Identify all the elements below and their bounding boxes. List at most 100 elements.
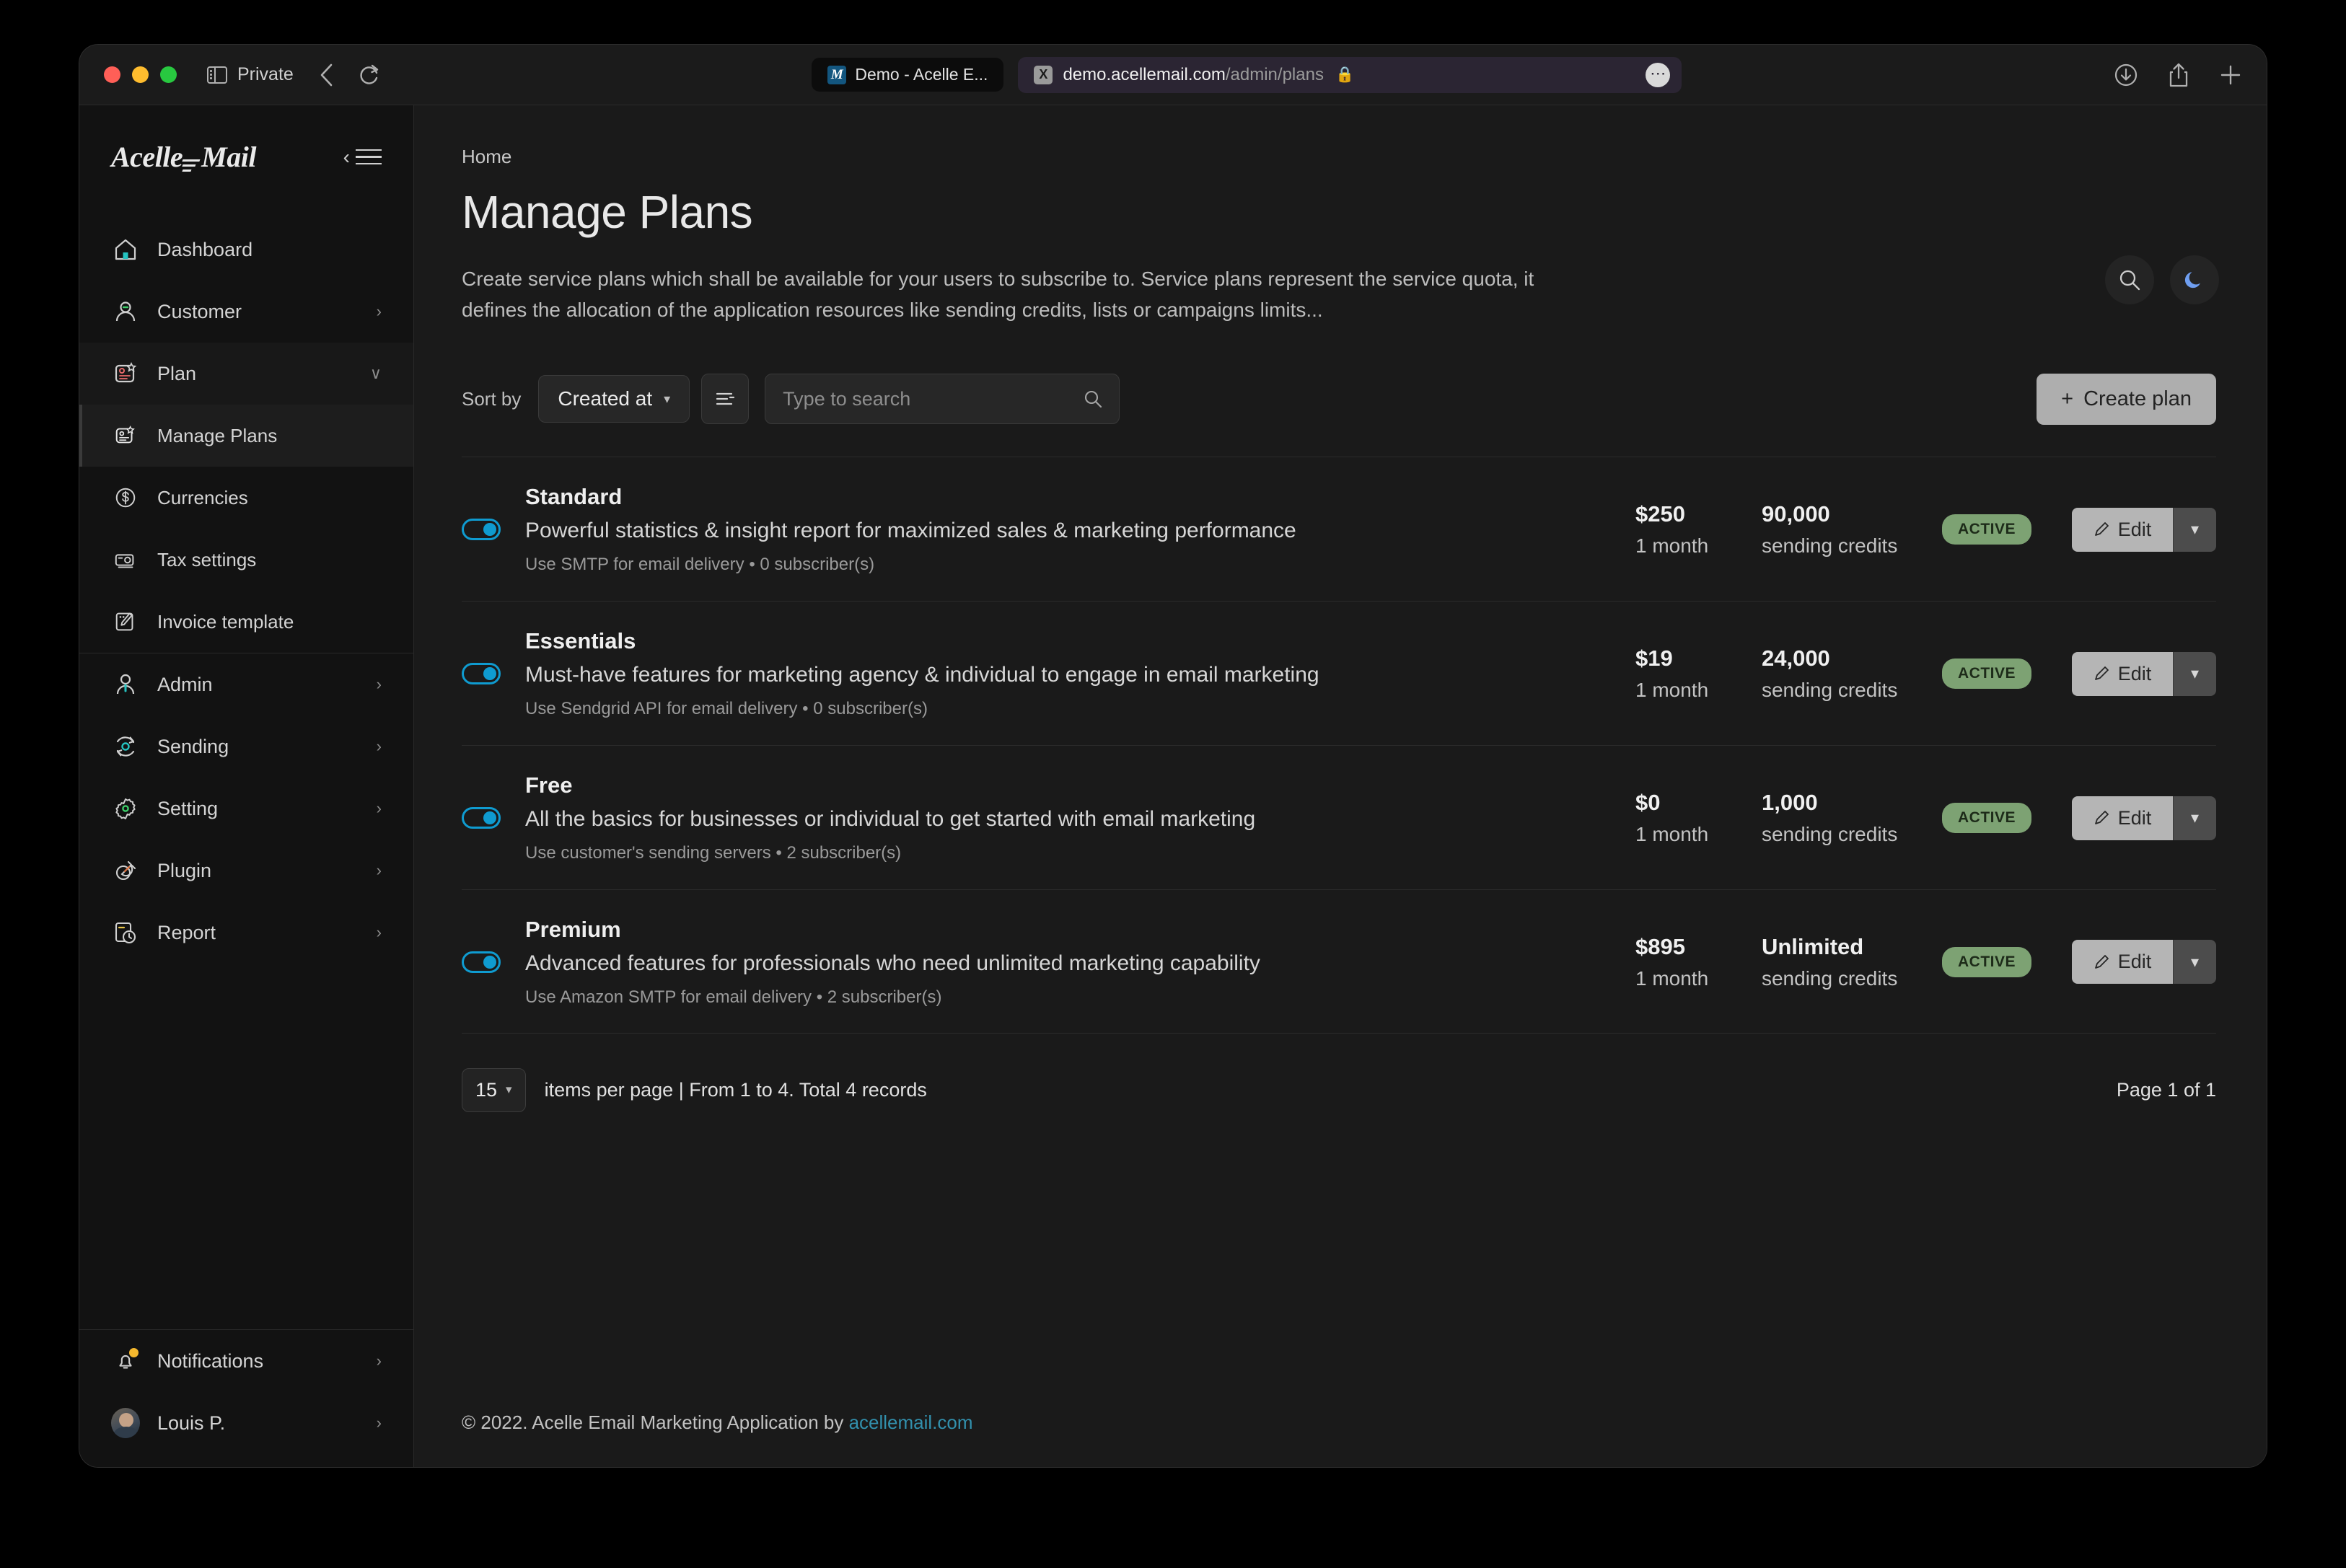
moon-icon[interactable] bbox=[2170, 255, 2219, 304]
search-input[interactable] bbox=[783, 387, 1102, 410]
row-actions: Edit ▾ bbox=[2072, 796, 2216, 840]
plan-enable-toggle[interactable] bbox=[462, 951, 501, 973]
sort-by-select[interactable]: Created at ▾ bbox=[538, 375, 690, 423]
sending-sync-icon bbox=[111, 734, 140, 759]
status-badge: ACTIVE bbox=[1941, 946, 2031, 977]
desktop-background: Private M Demo - Acelle E... X demo.acel… bbox=[0, 0, 2346, 1568]
plan-credits-amount: 90,000 bbox=[1761, 501, 1830, 527]
plan-price: $0 1 month bbox=[1635, 790, 1762, 846]
browser-chrome: Private M Demo - Acelle E... X demo.acel… bbox=[79, 45, 2267, 105]
sidebar-item-customer[interactable]: Customer › bbox=[79, 281, 413, 343]
sidebar-item-label: Sending bbox=[157, 735, 229, 757]
sidebar-item-report[interactable]: Report › bbox=[79, 902, 413, 964]
sidebar-submenu-plan: Manage Plans Currencies Tax settings Inv… bbox=[79, 405, 413, 653]
edit-button[interactable]: Edit bbox=[2072, 651, 2173, 696]
plan-enable-toggle[interactable] bbox=[462, 663, 501, 685]
home-icon bbox=[111, 237, 140, 263]
edit-button[interactable]: Edit bbox=[2072, 507, 2173, 552]
sidebar-item-notifications[interactable]: Notifications › bbox=[79, 1330, 413, 1392]
row-menu-chevron-down-icon[interactable]: ▾ bbox=[2173, 796, 2216, 840]
plan-enable-toggle[interactable] bbox=[462, 807, 501, 829]
table-row[interactable]: Free All the basics for businesses or in… bbox=[462, 744, 2216, 889]
plan-enable-toggle[interactable] bbox=[462, 519, 501, 541]
chevron-right-icon: › bbox=[376, 302, 382, 320]
edit-button[interactable]: Edit bbox=[2072, 940, 2173, 985]
sidebar-item-manage-plans[interactable]: Manage Plans bbox=[79, 405, 413, 467]
ellipsis-icon[interactable]: ⋯ bbox=[1646, 62, 1671, 87]
reload-icon[interactable] bbox=[359, 63, 380, 87]
search-icon[interactable] bbox=[2105, 255, 2154, 304]
sidebar-item-plugin[interactable]: Plugin › bbox=[79, 840, 413, 902]
plan-price-amount: $0 bbox=[1635, 790, 1661, 816]
sidebar-item-invoice-template[interactable]: Invoice template bbox=[79, 591, 413, 653]
breadcrumb[interactable]: Home bbox=[462, 146, 2216, 168]
table-row[interactable]: Essentials Must-have features for market… bbox=[462, 600, 2216, 745]
row-menu-chevron-down-icon[interactable]: ▾ bbox=[2173, 651, 2216, 696]
edit-label: Edit bbox=[2117, 806, 2152, 829]
report-clock-icon bbox=[111, 920, 140, 946]
status-badge: ACTIVE bbox=[1941, 803, 2031, 834]
sidebar-item-currencies[interactable]: Currencies bbox=[79, 467, 413, 529]
row-menu-chevron-down-icon[interactable]: ▾ bbox=[2173, 940, 2216, 985]
pencil-icon bbox=[2094, 521, 2109, 537]
close-window-button[interactable] bbox=[104, 66, 120, 83]
items-per-page-value: 15 bbox=[475, 1078, 498, 1101]
sidebar-item-admin[interactable]: Admin › bbox=[79, 653, 413, 715]
plan-credits-unit: sending credits bbox=[1761, 534, 1898, 558]
sidebar-item-label: Dashboard bbox=[157, 238, 253, 260]
plan-price-amount: $250 bbox=[1635, 501, 1685, 527]
browser-toolbar-right bbox=[2114, 62, 2242, 88]
content-blocker-icon[interactable]: X bbox=[1034, 65, 1053, 84]
chevron-right-icon: › bbox=[376, 1414, 382, 1432]
sort-order-icon[interactable] bbox=[701, 374, 750, 425]
search-input-wrapper[interactable] bbox=[765, 374, 1120, 425]
footer-link[interactable]: acellemail.com bbox=[849, 1411, 973, 1433]
sidebar-item-sending[interactable]: Sending › bbox=[79, 715, 413, 778]
plan-price: $250 1 month bbox=[1635, 501, 1762, 558]
lock-icon: 🔒 bbox=[1335, 66, 1355, 83]
sidebar-item-tax-settings[interactable]: Tax settings bbox=[79, 529, 413, 591]
sidebar-toggle-icon[interactable] bbox=[207, 66, 227, 84]
table-row[interactable]: Standard Powerful statistics & insight r… bbox=[462, 456, 2216, 601]
plan-price: $895 1 month bbox=[1635, 934, 1762, 990]
plan-credits-amount: 24,000 bbox=[1761, 646, 1830, 671]
sidebar-item-plan[interactable]: Plan ∨ bbox=[79, 343, 413, 405]
create-plan-button[interactable]: + Create plan bbox=[2037, 373, 2216, 425]
items-per-page-select[interactable]: 15 ▾ bbox=[462, 1067, 526, 1112]
plan-info: Standard Powerful statistics & insight r… bbox=[525, 484, 1635, 575]
sort-by-value: Created at bbox=[558, 387, 653, 410]
maximize-window-button[interactable] bbox=[160, 66, 177, 83]
pagination: 15 ▾ items per page | From 1 to 4. Total… bbox=[462, 1067, 2216, 1112]
collapse-sidebar-icon[interactable]: ‹ bbox=[343, 144, 382, 170]
plan-price-period: 1 month bbox=[1635, 679, 1709, 702]
logo-text-part2: Mail bbox=[201, 141, 256, 173]
download-icon[interactable] bbox=[2114, 63, 2138, 87]
row-menu-chevron-down-icon[interactable]: ▾ bbox=[2173, 507, 2216, 552]
app-logo[interactable]: Acelle Mail bbox=[111, 140, 256, 174]
create-plan-label: Create plan bbox=[2083, 387, 2192, 410]
share-icon[interactable] bbox=[2167, 62, 2190, 88]
edit-button[interactable]: Edit bbox=[2072, 796, 2173, 840]
address-bar[interactable]: X demo.acellemail.com/admin/plans 🔒 ⋯ bbox=[1018, 56, 1682, 93]
chevron-left-icon[interactable] bbox=[318, 63, 334, 87]
plan-price-period: 1 month bbox=[1635, 534, 1709, 558]
minimize-window-button[interactable] bbox=[132, 66, 149, 83]
plan-credits-amount: 1,000 bbox=[1761, 790, 1818, 816]
page-indicator: Page 1 of 1 bbox=[2116, 1078, 2216, 1101]
sidebar-item-label: Plugin bbox=[157, 859, 212, 881]
plan-credits-amount: Unlimited bbox=[1761, 933, 1864, 959]
plan-credits-unit: sending credits bbox=[1761, 679, 1898, 702]
plan-credits-unit: sending credits bbox=[1761, 823, 1898, 846]
search-icon[interactable] bbox=[1083, 389, 1103, 409]
browser-tab[interactable]: M Demo - Acelle E... bbox=[812, 58, 1004, 92]
plan-credits: 24,000 sending credits bbox=[1762, 646, 1942, 702]
url-path: /admin/plans bbox=[1225, 64, 1324, 84]
sidebar-item-dashboard[interactable]: Dashboard bbox=[79, 219, 413, 281]
table-row[interactable]: Premium Advanced features for profession… bbox=[462, 889, 2216, 1034]
new-tab-icon[interactable] bbox=[2219, 63, 2242, 87]
sidebar-item-user-profile[interactable]: Louis P. › bbox=[79, 1392, 413, 1454]
sidebar-item-setting[interactable]: Setting › bbox=[79, 778, 413, 840]
window-controls[interactable] bbox=[104, 66, 177, 83]
sidebar-bottom: Notifications › Louis P. › bbox=[79, 1329, 413, 1467]
chevron-down-icon: ∨ bbox=[369, 364, 382, 382]
